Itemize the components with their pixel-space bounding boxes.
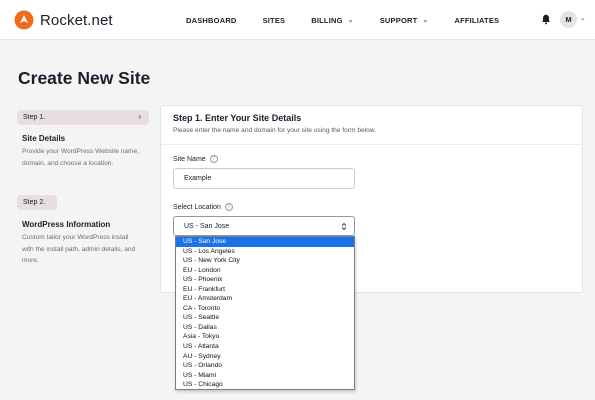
page-title: Create New Site: [18, 68, 151, 88]
nav-affiliates[interactable]: AFFILIATES: [454, 16, 499, 25]
chevron-down-icon: ⌄: [422, 17, 429, 24]
step-2-pill-label: Step 2.: [23, 199, 46, 206]
brand-logo[interactable]: Rocket.net: [14, 10, 113, 30]
nav-dashboard[interactable]: DASHBOARD: [186, 16, 237, 25]
nav-sites-label: SITES: [262, 15, 286, 25]
location-option[interactable]: US - Chicago: [176, 380, 354, 390]
location-option[interactable]: US - Phoenix: [176, 275, 354, 285]
location-option[interactable]: Asia - Tokyo: [176, 332, 354, 342]
chevron-down-icon[interactable]: ⌄: [580, 14, 586, 22]
rocket-logo-icon: [14, 10, 34, 30]
avatar[interactable]: M: [560, 11, 577, 28]
location-option[interactable]: US - Los Angeles: [176, 247, 354, 257]
help-icon[interactable]: ?: [224, 203, 233, 211]
location-option[interactable]: EU - Amsterdam: [176, 294, 354, 304]
step-1-pill-label: Step 1.: [23, 114, 46, 121]
site-name-label-text: Site Name: [173, 155, 206, 163]
step-2-title: WordPress Information: [22, 220, 111, 229]
nav-affiliates-label: AFFILIATES: [454, 15, 500, 25]
step-2-description: Custom tailor your WordPress install wit…: [22, 234, 136, 264]
help-icon[interactable]: ?: [209, 155, 218, 163]
chevron-down-icon: ⌄: [347, 17, 354, 24]
nav-billing[interactable]: BILLING ⌄: [311, 16, 353, 25]
card-heading: Step 1. Enter Your Site Details: [173, 113, 302, 123]
location-option[interactable]: US - Miami: [176, 371, 354, 381]
nav-sites[interactable]: SITES: [263, 16, 286, 25]
location-option[interactable]: CA - Toronto: [176, 304, 354, 314]
nav-support-label: SUPPORT: [379, 15, 418, 25]
bell-icon[interactable]: [541, 14, 551, 25]
nav-dashboard-label: DASHBOARD: [186, 15, 237, 25]
avatar-initial: M: [565, 15, 572, 24]
step-1-description: Provide your WordPress Website name, dom…: [22, 148, 140, 167]
select-arrows-icon: [341, 222, 347, 231]
location-option[interactable]: EU - Frankfurt: [176, 285, 354, 295]
nav-support[interactable]: SUPPORT ⌄: [380, 16, 429, 25]
top-navbar: Rocket.net DASHBOARD SITES BILLING ⌄ SUPP…: [0, 0, 595, 40]
location-option[interactable]: AU - Sydney: [176, 352, 354, 362]
location-option[interactable]: US - Atlanta: [176, 342, 354, 352]
divider: [161, 144, 582, 145]
step-1-pill[interactable]: Step 1. ›: [17, 110, 149, 125]
step-2-pill[interactable]: Step 2.: [17, 195, 57, 210]
location-option[interactable]: US - Dallas: [176, 323, 354, 333]
nav-billing-label: BILLING: [311, 15, 343, 25]
chevron-right-icon: ›: [138, 112, 141, 121]
location-option[interactable]: US - Orlando: [176, 361, 354, 371]
location-option[interactable]: EU - London: [176, 266, 354, 276]
site-name-input[interactable]: Example: [173, 168, 355, 189]
location-option[interactable]: US - New York City: [176, 256, 354, 266]
location-select[interactable]: US - San Jose: [173, 216, 355, 236]
main-nav: DASHBOARD SITES BILLING ⌄ SUPPORT ⌄ AFFILI…: [186, 0, 525, 40]
brand-name: Rocket.net: [40, 11, 113, 29]
location-dropdown-list: US - San Jose US - Los Angeles US - New Yo…: [175, 236, 355, 390]
site-name-value: Example: [184, 175, 212, 182]
step-1-title: Site Details: [22, 134, 66, 143]
location-option[interactable]: US - Seattle: [176, 313, 354, 323]
location-select-value: US - San Jose: [184, 222, 230, 230]
site-name-label: Site Name ?: [173, 155, 218, 163]
location-option[interactable]: US - San Jose: [176, 237, 354, 247]
card-subheading: Please enter the name and domain for you…: [173, 127, 377, 134]
location-label: Select Location ?: [173, 203, 233, 211]
location-label-text: Select Location: [173, 203, 221, 211]
